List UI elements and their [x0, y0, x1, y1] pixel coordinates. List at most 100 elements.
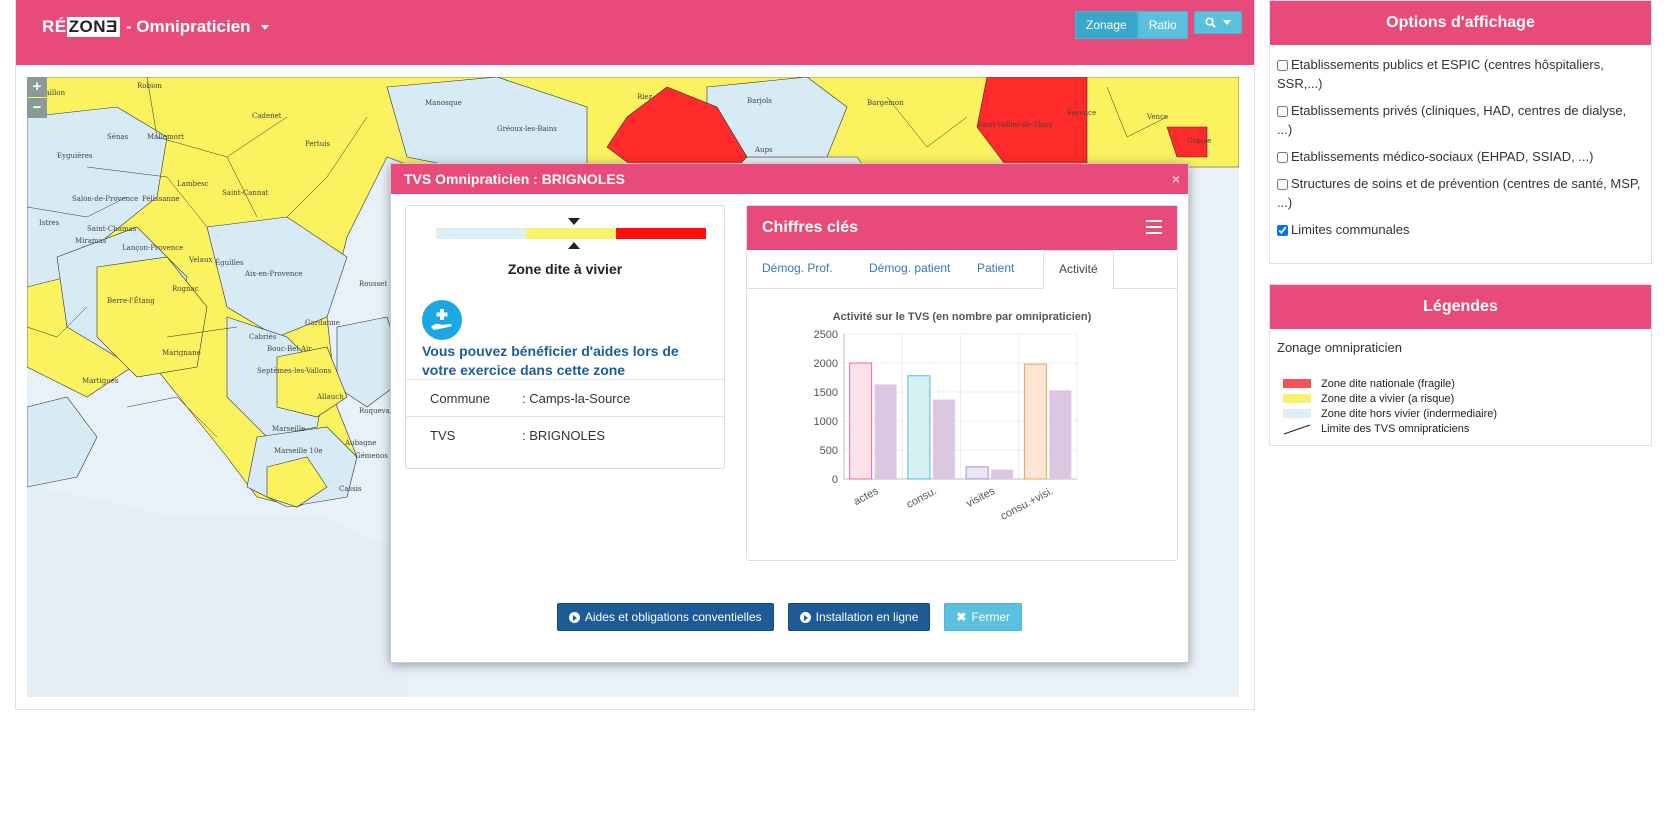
- map-label: Sénas: [107, 133, 129, 141]
- modal-footer: Aides et obligations conventielles Insta…: [391, 603, 1188, 631]
- map-label: Manosque: [425, 99, 462, 107]
- y-tick-label: 1000: [814, 416, 838, 428]
- installation-button[interactable]: Installation en ligne: [787, 603, 931, 631]
- legend-panel: Légendes Zonage omnipraticien Zone dite …: [1269, 284, 1652, 446]
- map-label: Istres: [39, 219, 60, 227]
- option-checkbox[interactable]: [1277, 179, 1288, 191]
- chiffres-title: Chiffres clés: [762, 219, 859, 236]
- bar-series-2: [991, 469, 1014, 479]
- map-label: Éguilles: [215, 259, 244, 267]
- rezone-logo: RÉ ZONƎ: [42, 17, 120, 37]
- map-label: Aubagne: [345, 439, 377, 447]
- tab-demog-patient[interactable]: Démog. patient: [854, 250, 965, 287]
- helping-hand-glyph: [431, 309, 452, 330]
- y-tick-label: 2500: [814, 329, 838, 341]
- close-icon[interactable]: ×: [1172, 164, 1180, 194]
- map-label: Velaux: [189, 256, 213, 264]
- tab-patient[interactable]: Patient: [962, 250, 1029, 287]
- bar-series-2: [874, 384, 897, 479]
- tab-bar: Démog. Prof. Démog. patient Patient Acti…: [747, 250, 1177, 290]
- info-row: Commune : Camps-la-Source: [406, 379, 724, 416]
- map-label: Aups: [755, 146, 773, 154]
- hamburger-menu-icon[interactable]: [1146, 220, 1162, 238]
- fermer-label: Fermer: [971, 610, 1011, 624]
- x-tick-label: consu.+visi.: [999, 485, 1056, 523]
- map-label: Saint-Chamas: [87, 225, 137, 233]
- option-item[interactable]: Etablissements médico-sociaux (EHPAD, SS…: [1270, 143, 1651, 170]
- map-label: Lambesc: [177, 180, 209, 188]
- map-label: Robion: [137, 82, 162, 90]
- chevron-down-icon: [1223, 20, 1231, 25]
- aides-button[interactable]: Aides et obligations conventielles: [556, 603, 774, 631]
- marker-down-icon: [568, 218, 580, 225]
- x-tick-label: consu.: [905, 485, 939, 511]
- option-label: Structures de soins et de prévention (ce…: [1277, 176, 1641, 210]
- fermer-button[interactable]: ✖ Fermer: [944, 603, 1023, 631]
- option-checkbox[interactable]: [1277, 225, 1288, 237]
- legend-label: Zone dite hors vivier (indermediaire): [1321, 407, 1498, 420]
- y-tick-label: 500: [820, 445, 838, 457]
- zone-card: Zone dite à vivier Vous pouvez bénéficie…: [405, 205, 725, 469]
- arrow-circle-right-icon: [568, 611, 580, 623]
- logo-suffix: Ǝ: [106, 17, 118, 36]
- map-label: Grasse: [1187, 137, 1212, 145]
- legend-line-icon: [1283, 424, 1311, 434]
- map-label: Vence: [1147, 113, 1169, 121]
- search-dropdown-button[interactable]: [1194, 11, 1242, 34]
- option-item[interactable]: Etablissements privés (cliniques, HAD, c…: [1270, 97, 1651, 143]
- map-label: Saint-Vallier-de-Thiey: [977, 121, 1053, 129]
- option-item[interactable]: Limites communales: [1270, 216, 1651, 243]
- zoom-in-button[interactable]: +: [27, 77, 47, 97]
- zoom-out-button[interactable]: −: [27, 98, 47, 118]
- map-label: Cassis: [339, 485, 362, 493]
- module-title: - Omnipraticien: [125, 17, 251, 36]
- zone-scale-bar: [436, 228, 706, 239]
- options-title: Options d'affichage: [1270, 1, 1651, 45]
- map-label: Berre-l'Étang: [107, 297, 155, 305]
- x-tick-label: actes: [852, 485, 881, 508]
- tab-demog-prof[interactable]: Démog. Prof.: [747, 250, 848, 287]
- x-tick-label: visites: [964, 485, 997, 510]
- info-key: TVS: [430, 427, 456, 443]
- brand-menu[interactable]: RÉ ZONƎ - Omnipraticien: [42, 17, 269, 37]
- bar-series-1: [849, 362, 873, 480]
- option-item[interactable]: Etablissements publics et ESPIC (centres…: [1270, 51, 1651, 97]
- option-item[interactable]: Structures de soins et de prévention (ce…: [1270, 170, 1651, 216]
- zonage-button[interactable]: Zonage: [1075, 11, 1138, 39]
- helping-hand-icon: [422, 300, 462, 340]
- info-value: : BRIGNOLES: [522, 427, 606, 443]
- activity-chart: Activité sur le TVS (en nombre par omnip…: [747, 296, 1177, 536]
- chart-title: Activité sur le TVS (en nombre par omnip…: [833, 311, 1092, 323]
- map-label: Pertuis: [305, 140, 331, 148]
- map-label: Rognac: [172, 285, 199, 293]
- legend-swatch-fragile: [1283, 379, 1311, 388]
- option-checkbox[interactable]: [1277, 60, 1288, 72]
- zone-scale-vivier: [526, 228, 616, 239]
- map-label: Gréoux-les-Bains: [497, 125, 557, 133]
- tab-activite[interactable]: Activité: [1043, 250, 1114, 290]
- map-label: Septèmes-les-Vallons: [257, 367, 332, 375]
- option-checkbox[interactable]: [1277, 106, 1288, 118]
- legend-subtitle: Zonage omnipraticien: [1277, 340, 1403, 355]
- info-value: : Camps-la-Source: [522, 390, 631, 406]
- zone-title: Zone dite à vivier: [507, 261, 623, 277]
- map-label: Marseille: [272, 425, 306, 433]
- aid-message: Vous pouvez bénéficier d'aides lors de v…: [422, 343, 679, 378]
- legend-swatch-hors-vivier: [1283, 409, 1311, 418]
- map-label: Gémenos: [355, 452, 388, 460]
- option-checkbox[interactable]: [1277, 152, 1288, 164]
- zone-scale-fragile: [616, 228, 706, 239]
- bar-series-1: [1023, 363, 1047, 480]
- legend-label: Limite des TVS omnipraticiens: [1321, 422, 1470, 435]
- legend-item: Limite des TVS omnipraticiens: [1270, 421, 1651, 436]
- option-label: Etablissements médico-sociaux (EHPAD, SS…: [1291, 149, 1594, 164]
- bar-series-1: [907, 375, 931, 480]
- legend-label: Zone dite nationale (fragile): [1321, 377, 1455, 390]
- map-label: Fayence: [1067, 109, 1097, 117]
- option-label: Limites communales: [1291, 222, 1410, 237]
- legend-item: Zone dite hors vivier (indermediaire): [1270, 406, 1651, 421]
- chart-svg: Activité sur le TVS (en nombre par omnip…: [814, 311, 1092, 523]
- map-label: Barjols: [747, 97, 772, 105]
- ratio-button[interactable]: Ratio: [1137, 11, 1188, 39]
- map-label: Marseille 10e: [274, 447, 323, 455]
